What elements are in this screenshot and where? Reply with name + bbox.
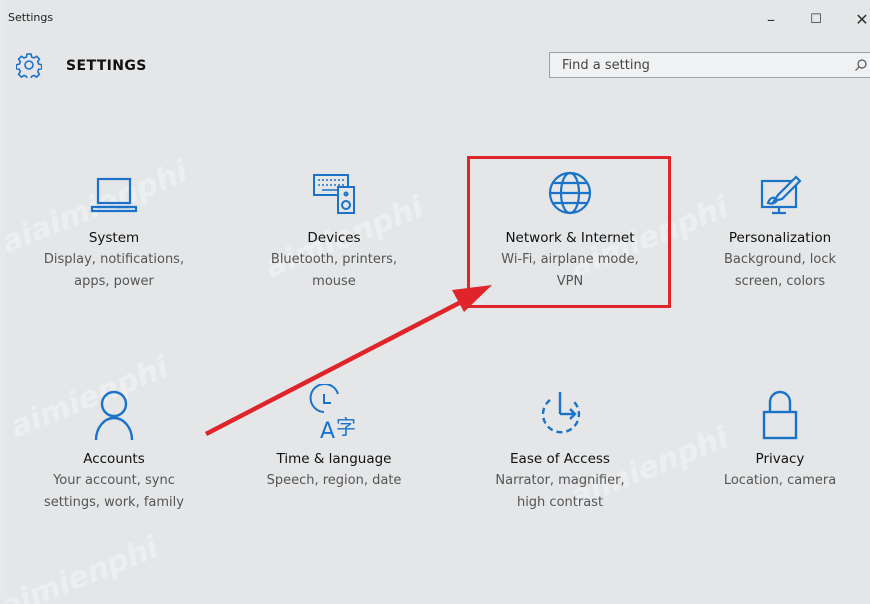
highlight-box	[467, 156, 671, 308]
paintbrush-icon	[760, 175, 802, 215]
tile-description: screen, colors	[734, 274, 826, 289]
tile-name: Privacy	[755, 451, 805, 467]
tile-description: mouse	[312, 274, 356, 289]
settings-header: SETTINGS	[6, 44, 870, 88]
tile-name: Ease of Access	[510, 451, 610, 467]
svg-text:字: 字	[336, 415, 356, 439]
tile-name: Devices	[307, 230, 361, 246]
tile-description: apps, power	[74, 274, 154, 289]
ease-of-access-icon	[541, 392, 581, 434]
tile-description: Speech, region, date	[266, 473, 402, 488]
maximize-button[interactable]: ☐	[796, 6, 836, 32]
tile-name: Accounts	[83, 451, 145, 467]
search-input[interactable]	[550, 53, 840, 77]
tile-description: Narrator, magnifier,	[495, 473, 625, 488]
tile-name: Time & language	[276, 451, 392, 467]
time-language-icon: A 字	[309, 384, 356, 444]
tile-personalization[interactable]: Personalization Background, lock screen,…	[680, 165, 870, 293]
gear-icon	[16, 53, 42, 78]
close-button[interactable]: ✕	[842, 6, 870, 32]
svg-text:A: A	[320, 419, 335, 444]
search-icon[interactable]	[854, 58, 868, 72]
tile-name: Personalization	[728, 230, 832, 246]
page-title: SETTINGS	[66, 58, 147, 74]
person-icon	[94, 390, 134, 441]
tile-description: Location, camera	[723, 473, 837, 488]
watermark: aimienphi	[6, 530, 164, 604]
tile-description: Bluetooth, printers,	[270, 252, 398, 267]
window-title: Settings	[8, 11, 54, 24]
title-bar: Settings – ☐ ✕	[6, 0, 870, 36]
tile-description: Background, lock	[723, 252, 837, 267]
tile-time-language[interactable]: A 字 Time & language Speech, region, date	[234, 384, 434, 492]
tile-name: System	[88, 230, 140, 246]
settings-window: aiaimienphi aimienphi aimienphi aimienph…	[6, 0, 870, 604]
tile-description: settings, work, family	[44, 495, 184, 510]
tile-description: Display, notifications,	[43, 252, 185, 267]
search-box[interactable]	[549, 52, 870, 78]
tile-ease-of-access[interactable]: Ease of Access Narrator, magnifier, high…	[460, 384, 660, 514]
tile-devices[interactable]: Devices Bluetooth, printers, mouse	[234, 165, 434, 293]
tile-privacy[interactable]: Privacy Location, camera	[680, 384, 870, 492]
laptop-icon	[90, 177, 138, 213]
lock-icon	[762, 390, 798, 440]
tile-accounts[interactable]: Accounts Your account, sync settings, wo…	[14, 384, 214, 514]
minimize-button[interactable]: –	[751, 6, 791, 32]
devices-icon	[313, 174, 355, 214]
tile-description: high contrast	[516, 495, 604, 510]
tile-description: Your account, sync	[53, 473, 175, 488]
tile-system[interactable]: System Display, notifications, apps, pow…	[14, 165, 214, 293]
